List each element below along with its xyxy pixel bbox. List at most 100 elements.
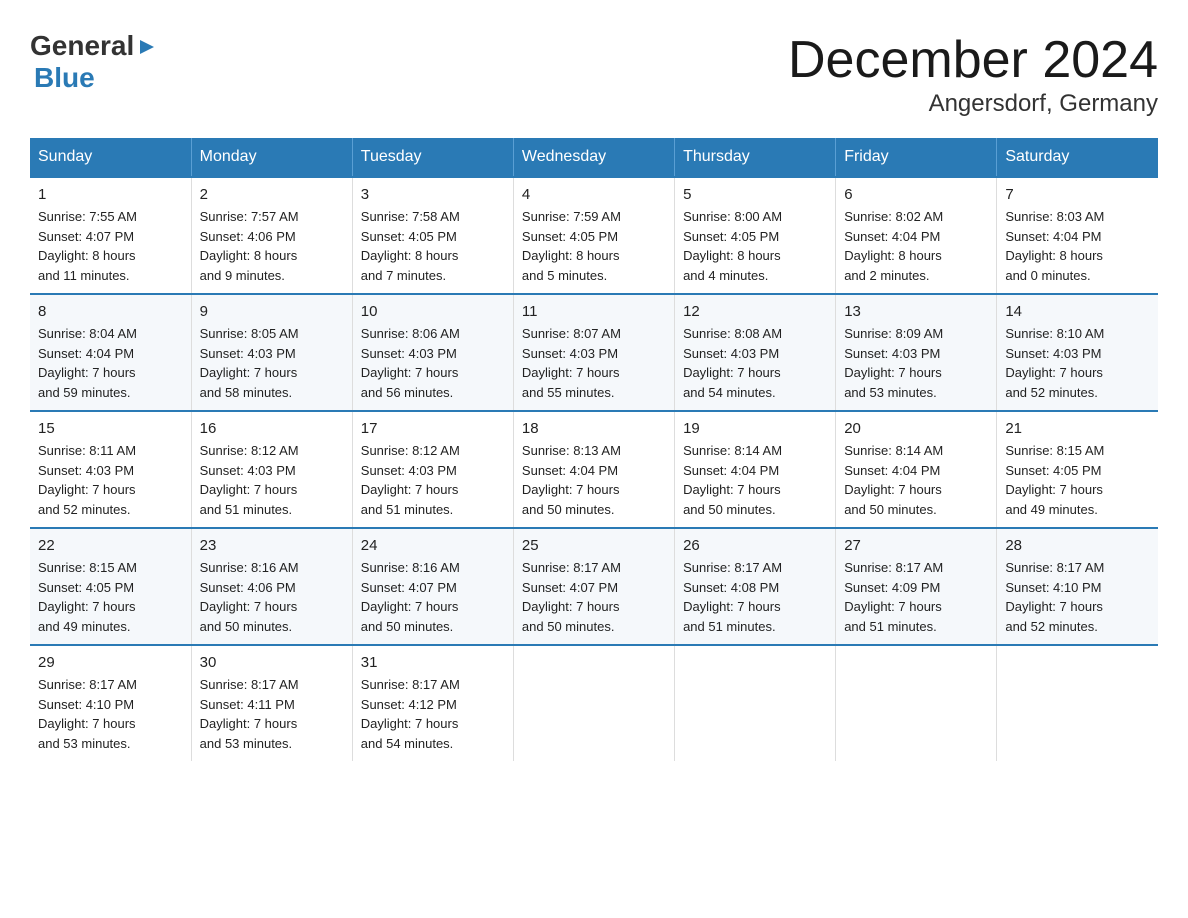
day-number: 29 — [38, 654, 183, 671]
day-number: 20 — [844, 420, 988, 437]
calendar-cell: 4 Sunrise: 7:59 AM Sunset: 4:05 PM Daylig… — [513, 177, 674, 294]
calendar-cell: 30 Sunrise: 8:17 AM Sunset: 4:11 PM Dayli… — [191, 645, 352, 761]
day-number: 12 — [683, 303, 827, 320]
calendar-cell: 18Sunrise: 8:13 AM Sunset: 4:04 PM Dayli… — [513, 411, 674, 528]
calendar-cell: 9 Sunrise: 8:05 AM Sunset: 4:03 PM Daylig… — [191, 294, 352, 411]
day-info: Sunrise: 8:17 AM Sunset: 4:12 PM Dayligh… — [361, 675, 505, 753]
calendar-week-row: 1 Sunrise: 7:55 AM Sunset: 4:07 PM Daylig… — [30, 177, 1158, 294]
header-friday: Friday — [836, 138, 997, 177]
calendar-cell: 24Sunrise: 8:16 AM Sunset: 4:07 PM Dayli… — [352, 528, 513, 645]
calendar-week-row: 22 Sunrise: 8:15 AM Sunset: 4:05 PM Dayli… — [30, 528, 1158, 645]
calendar-cell: 7 Sunrise: 8:03 AM Sunset: 4:04 PM Daylig… — [997, 177, 1158, 294]
logo: General Blue — [30, 30, 158, 94]
day-number: 7 — [1005, 186, 1150, 203]
calendar-cell — [997, 645, 1158, 761]
calendar-cell: 14Sunrise: 8:10 AM Sunset: 4:03 PM Dayli… — [997, 294, 1158, 411]
day-info: Sunrise: 8:17 AM Sunset: 4:07 PM Dayligh… — [522, 558, 666, 636]
day-info: Sunrise: 8:12 AM Sunset: 4:03 PM Dayligh… — [200, 441, 344, 519]
day-info: Sunrise: 8:05 AM Sunset: 4:03 PM Dayligh… — [200, 324, 344, 402]
day-number: 31 — [361, 654, 505, 671]
day-info: Sunrise: 8:17 AM Sunset: 4:10 PM Dayligh… — [1005, 558, 1150, 636]
day-info: Sunrise: 8:17 AM Sunset: 4:11 PM Dayligh… — [200, 675, 344, 753]
day-number: 18 — [522, 420, 666, 437]
day-info: Sunrise: 8:14 AM Sunset: 4:04 PM Dayligh… — [683, 441, 827, 519]
day-info: Sunrise: 8:06 AM Sunset: 4:03 PM Dayligh… — [361, 324, 505, 402]
calendar-cell: 21Sunrise: 8:15 AM Sunset: 4:05 PM Dayli… — [997, 411, 1158, 528]
page-header: General Blue December 2024 Angersdorf, G… — [30, 30, 1158, 118]
calendar-cell: 25Sunrise: 8:17 AM Sunset: 4:07 PM Dayli… — [513, 528, 674, 645]
day-number: 14 — [1005, 303, 1150, 320]
day-info: Sunrise: 8:08 AM Sunset: 4:03 PM Dayligh… — [683, 324, 827, 402]
calendar-cell: 26Sunrise: 8:17 AM Sunset: 4:08 PM Dayli… — [675, 528, 836, 645]
day-number: 13 — [844, 303, 988, 320]
calendar-cell: 3Sunrise: 7:58 AM Sunset: 4:05 PM Daylig… — [352, 177, 513, 294]
day-info: Sunrise: 8:17 AM Sunset: 4:10 PM Dayligh… — [38, 675, 183, 753]
calendar-cell: 16 Sunrise: 8:12 AM Sunset: 4:03 PM Dayli… — [191, 411, 352, 528]
day-info: Sunrise: 8:17 AM Sunset: 4:09 PM Dayligh… — [844, 558, 988, 636]
calendar-cell: 28 Sunrise: 8:17 AM Sunset: 4:10 PM Dayli… — [997, 528, 1158, 645]
calendar-cell: 19 Sunrise: 8:14 AM Sunset: 4:04 PM Dayli… — [675, 411, 836, 528]
day-info: Sunrise: 8:07 AM Sunset: 4:03 PM Dayligh… — [522, 324, 666, 402]
day-number: 4 — [522, 186, 666, 203]
day-number: 23 — [200, 537, 344, 554]
header-saturday: Saturday — [997, 138, 1158, 177]
logo-general: General — [30, 30, 134, 62]
calendar-cell: 12 Sunrise: 8:08 AM Sunset: 4:03 PM Dayli… — [675, 294, 836, 411]
day-number: 1 — [38, 186, 183, 203]
day-number: 28 — [1005, 537, 1150, 554]
calendar-cell: 15 Sunrise: 8:11 AM Sunset: 4:03 PM Dayli… — [30, 411, 191, 528]
header-monday: Monday — [191, 138, 352, 177]
page-subtitle: Angersdorf, Germany — [788, 90, 1158, 118]
day-info: Sunrise: 8:00 AM Sunset: 4:05 PM Dayligh… — [683, 207, 827, 285]
calendar-cell: 10Sunrise: 8:06 AM Sunset: 4:03 PM Dayli… — [352, 294, 513, 411]
day-info: Sunrise: 7:59 AM Sunset: 4:05 PM Dayligh… — [522, 207, 666, 285]
day-number: 6 — [844, 186, 988, 203]
calendar-cell: 8 Sunrise: 8:04 AM Sunset: 4:04 PM Daylig… — [30, 294, 191, 411]
day-info: Sunrise: 8:02 AM Sunset: 4:04 PM Dayligh… — [844, 207, 988, 285]
calendar-cell: 11 Sunrise: 8:07 AM Sunset: 4:03 PM Dayli… — [513, 294, 674, 411]
day-number: 5 — [683, 186, 827, 203]
day-info: Sunrise: 8:15 AM Sunset: 4:05 PM Dayligh… — [38, 558, 183, 636]
calendar-cell — [836, 645, 997, 761]
calendar-cell: 6 Sunrise: 8:02 AM Sunset: 4:04 PM Daylig… — [836, 177, 997, 294]
calendar-cell: 17Sunrise: 8:12 AM Sunset: 4:03 PM Dayli… — [352, 411, 513, 528]
calendar-cell: 22 Sunrise: 8:15 AM Sunset: 4:05 PM Dayli… — [30, 528, 191, 645]
day-number: 15 — [38, 420, 183, 437]
day-number: 30 — [200, 654, 344, 671]
day-number: 11 — [522, 303, 666, 320]
day-number: 21 — [1005, 420, 1150, 437]
day-number: 27 — [844, 537, 988, 554]
calendar-week-row: 8 Sunrise: 8:04 AM Sunset: 4:04 PM Daylig… — [30, 294, 1158, 411]
calendar-table: SundayMondayTuesdayWednesdayThursdayFrid… — [30, 138, 1158, 761]
logo-blue: Blue — [34, 62, 95, 93]
day-info: Sunrise: 7:55 AM Sunset: 4:07 PM Dayligh… — [38, 207, 183, 285]
calendar-header-row: SundayMondayTuesdayWednesdayThursdayFrid… — [30, 138, 1158, 177]
day-info: Sunrise: 7:58 AM Sunset: 4:05 PM Dayligh… — [361, 207, 505, 285]
day-number: 22 — [38, 537, 183, 554]
day-info: Sunrise: 8:11 AM Sunset: 4:03 PM Dayligh… — [38, 441, 183, 519]
header-tuesday: Tuesday — [352, 138, 513, 177]
day-number: 19 — [683, 420, 827, 437]
logo-arrow-icon — [136, 36, 158, 58]
day-info: Sunrise: 8:16 AM Sunset: 4:06 PM Dayligh… — [200, 558, 344, 636]
calendar-cell: 1 Sunrise: 7:55 AM Sunset: 4:07 PM Daylig… — [30, 177, 191, 294]
day-number: 24 — [361, 537, 505, 554]
header-sunday: Sunday — [30, 138, 191, 177]
day-number: 16 — [200, 420, 344, 437]
day-info: Sunrise: 8:09 AM Sunset: 4:03 PM Dayligh… — [844, 324, 988, 402]
day-info: Sunrise: 7:57 AM Sunset: 4:06 PM Dayligh… — [200, 207, 344, 285]
day-info: Sunrise: 8:03 AM Sunset: 4:04 PM Dayligh… — [1005, 207, 1150, 285]
calendar-cell: 27 Sunrise: 8:17 AM Sunset: 4:09 PM Dayli… — [836, 528, 997, 645]
day-number: 8 — [38, 303, 183, 320]
calendar-cell: 31 Sunrise: 8:17 AM Sunset: 4:12 PM Dayli… — [352, 645, 513, 761]
header-wednesday: Wednesday — [513, 138, 674, 177]
calendar-cell — [513, 645, 674, 761]
header-thursday: Thursday — [675, 138, 836, 177]
day-number: 9 — [200, 303, 344, 320]
day-info: Sunrise: 8:04 AM Sunset: 4:04 PM Dayligh… — [38, 324, 183, 402]
calendar-week-row: 29 Sunrise: 8:17 AM Sunset: 4:10 PM Dayli… — [30, 645, 1158, 761]
day-info: Sunrise: 8:17 AM Sunset: 4:08 PM Dayligh… — [683, 558, 827, 636]
day-info: Sunrise: 8:12 AM Sunset: 4:03 PM Dayligh… — [361, 441, 505, 519]
calendar-week-row: 15 Sunrise: 8:11 AM Sunset: 4:03 PM Dayli… — [30, 411, 1158, 528]
calendar-cell — [675, 645, 836, 761]
